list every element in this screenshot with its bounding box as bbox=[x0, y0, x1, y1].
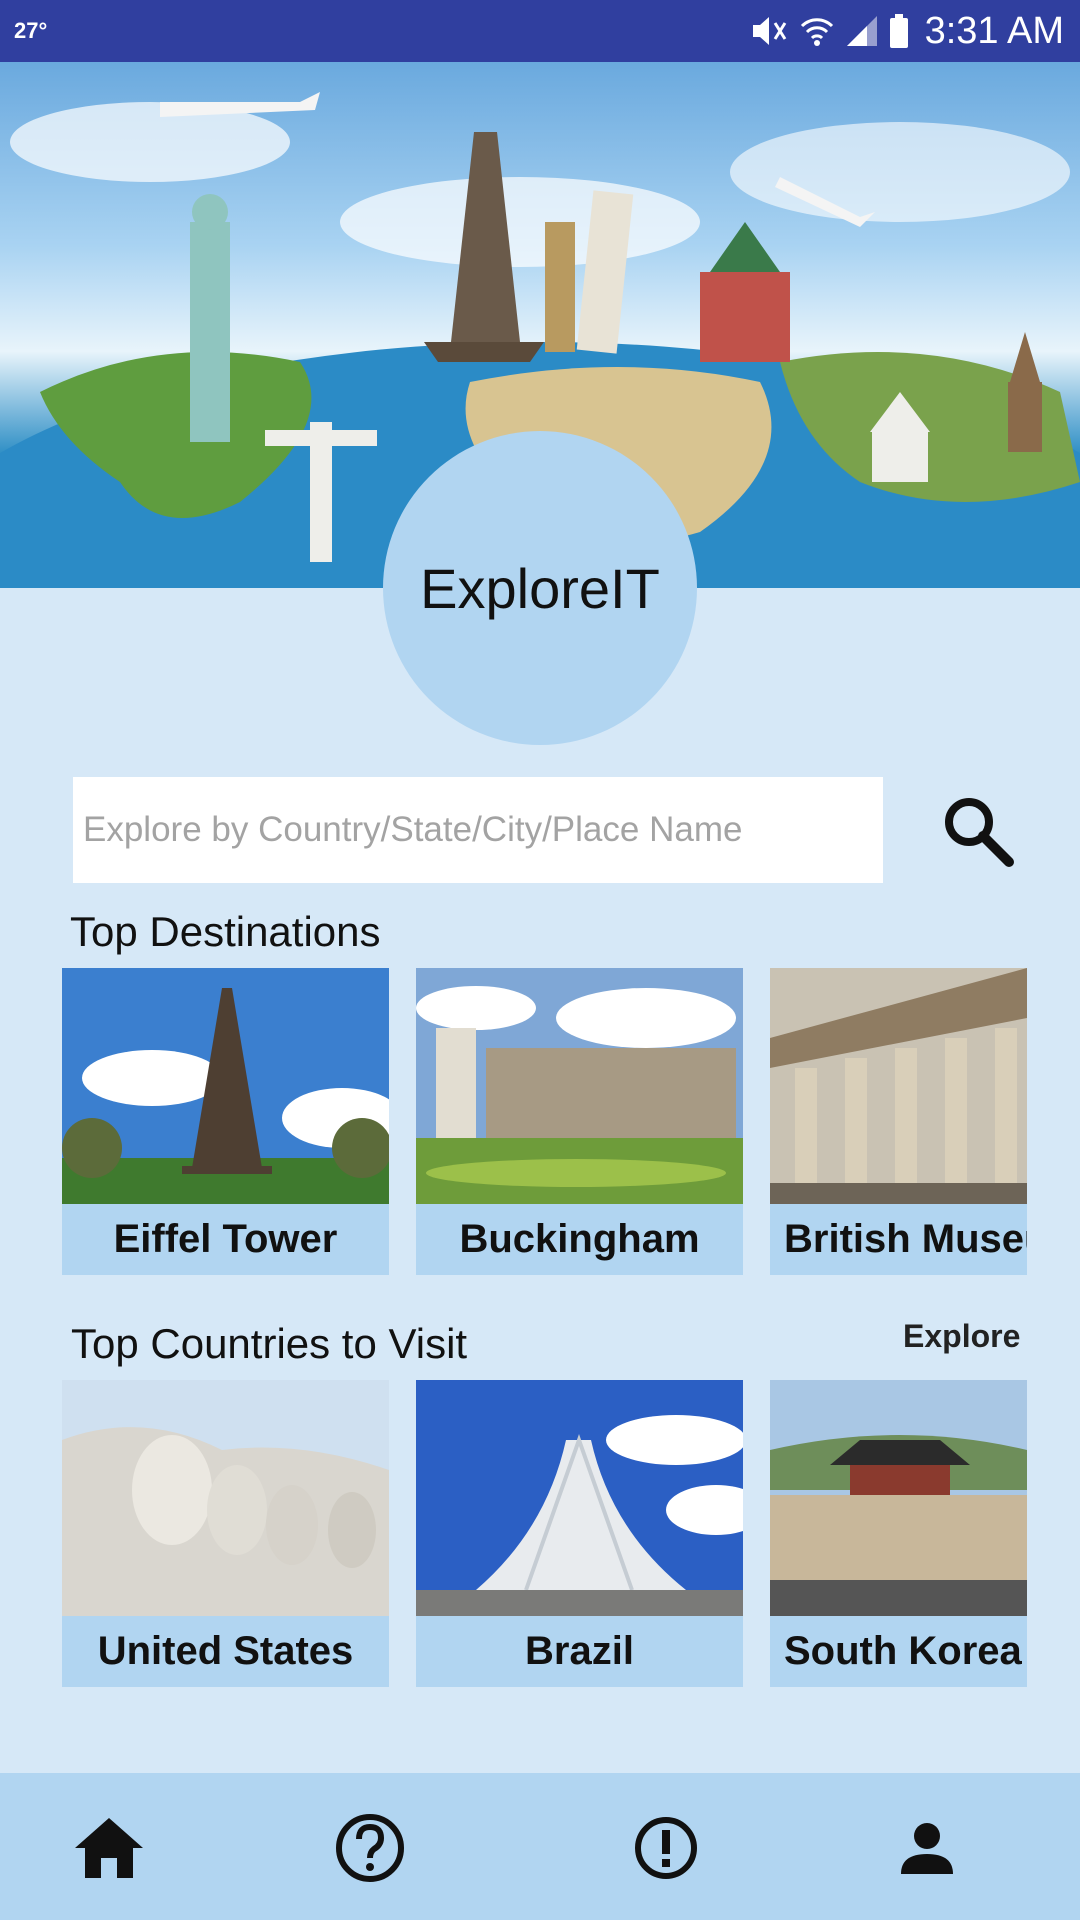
eiffel-tower-image bbox=[62, 968, 389, 1204]
clock: 3:31 AM bbox=[924, 9, 1064, 52]
help-icon bbox=[336, 1814, 404, 1882]
destination-card-british-museum[interactable]: British Museum bbox=[770, 968, 1027, 1275]
gyeongbokgung-palace-image bbox=[770, 1380, 1027, 1616]
destination-card-eiffel-tower[interactable]: Eiffel Tower bbox=[62, 968, 389, 1275]
wifi-icon bbox=[800, 18, 833, 46]
search-input[interactable]: Explore by Country/State/City/Place Name bbox=[73, 777, 883, 883]
destination-label: Buckingham bbox=[416, 1204, 743, 1275]
alert-icon bbox=[635, 1817, 697, 1879]
top-destinations-title: Top Destinations bbox=[70, 908, 381, 955]
search-icon bbox=[945, 798, 1014, 867]
nav-profile[interactable] bbox=[877, 1798, 977, 1898]
destination-label: Eiffel Tower bbox=[62, 1204, 389, 1275]
battery-icon bbox=[889, 14, 908, 48]
search-placeholder: Explore by Country/State/City/Place Name bbox=[83, 810, 743, 849]
mute-icon bbox=[752, 17, 786, 45]
country-label: United States bbox=[62, 1616, 389, 1687]
country-label: South Korea bbox=[770, 1616, 1027, 1687]
explore-link[interactable]: Explore bbox=[903, 1318, 1020, 1355]
british-museum-image bbox=[770, 968, 1027, 1204]
status-icons: 3:31 AM bbox=[749, 10, 1064, 52]
destination-card-buckingham[interactable]: Buckingham bbox=[416, 968, 743, 1275]
signal-icon bbox=[846, 16, 877, 46]
mount-rushmore-image bbox=[62, 1380, 389, 1616]
country-label: Brazil bbox=[416, 1616, 743, 1687]
destination-label: British Museum bbox=[770, 1204, 1027, 1275]
status-bar: 27° 3:31 AM bbox=[0, 0, 1080, 62]
nav-help[interactable] bbox=[320, 1798, 420, 1898]
top-countries-title: Top Countries to Visit bbox=[71, 1320, 468, 1367]
country-card-south-korea[interactable]: South Korea bbox=[770, 1380, 1027, 1687]
app-title: ExploreIT bbox=[420, 556, 660, 620]
profile-icon bbox=[901, 1823, 953, 1874]
search-button[interactable] bbox=[937, 790, 1017, 870]
nav-alerts[interactable] bbox=[616, 1798, 716, 1898]
buckingham-palace-image bbox=[416, 968, 743, 1204]
country-card-brazil[interactable]: Brazil bbox=[416, 1380, 743, 1687]
app-logo: ExploreIT bbox=[383, 431, 697, 745]
country-card-united-states[interactable]: United States bbox=[62, 1380, 389, 1687]
temperature-indicator: 27° bbox=[14, 18, 48, 43]
brasilia-cathedral-image bbox=[416, 1380, 743, 1616]
bottom-navigation bbox=[0, 1773, 1080, 1920]
home-icon bbox=[75, 1818, 143, 1878]
nav-home[interactable] bbox=[59, 1798, 159, 1898]
